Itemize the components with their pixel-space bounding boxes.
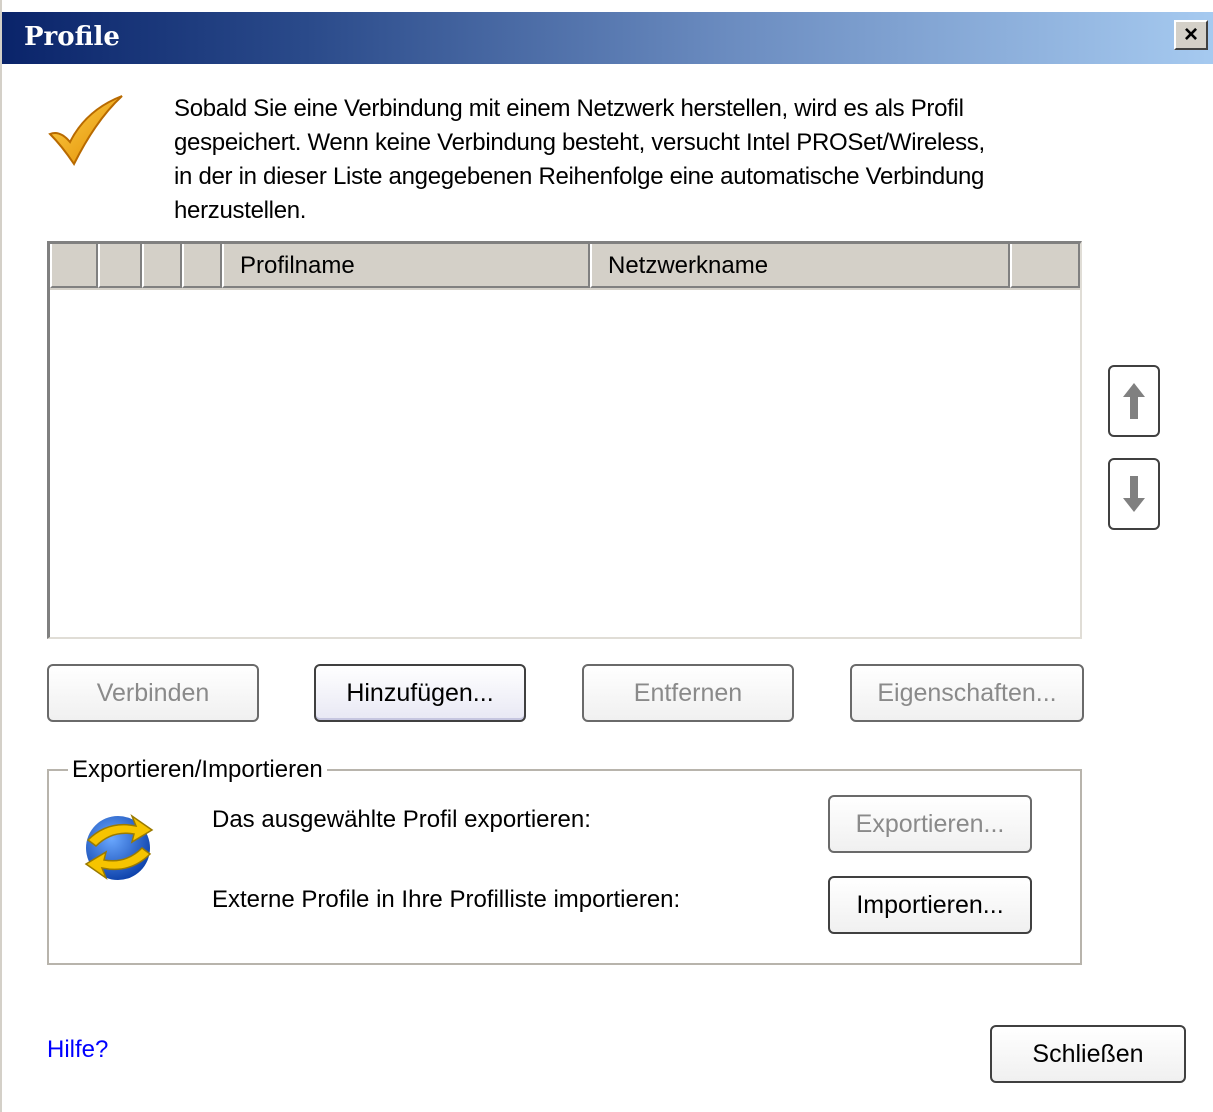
import-description: Externe Profile in Ihre Profilliste impo… bbox=[212, 886, 681, 913]
column-header-status-2[interactable] bbox=[98, 244, 142, 288]
column-header-extra[interactable] bbox=[1010, 244, 1080, 288]
column-header-status-1[interactable] bbox=[50, 244, 98, 288]
arrow-down-icon bbox=[1123, 476, 1145, 512]
move-up-button[interactable] bbox=[1108, 365, 1160, 437]
title-bar[interactable]: Profile bbox=[2, 12, 1213, 64]
column-header-status-4[interactable] bbox=[182, 244, 222, 288]
help-link[interactable]: Hilfe? bbox=[47, 1036, 108, 1064]
column-header-netzwerkname[interactable]: Netzwerkname bbox=[590, 244, 1010, 288]
move-down-button[interactable] bbox=[1108, 458, 1160, 530]
checkmark-icon bbox=[48, 95, 123, 166]
arrow-up-icon bbox=[1123, 383, 1145, 419]
import-button[interactable]: Importieren... bbox=[828, 876, 1032, 934]
add-button[interactable]: Hinzufügen... bbox=[314, 664, 526, 722]
intro-line: in der in dieser Liste angegebenen Reihe… bbox=[174, 163, 985, 190]
export-button[interactable]: Exportieren... bbox=[828, 795, 1032, 853]
sync-icon bbox=[84, 813, 154, 881]
close-button[interactable]: Schließen bbox=[990, 1025, 1186, 1083]
connect-button[interactable]: Verbinden bbox=[47, 664, 259, 722]
intro-text: Sobald Sie eine Verbindung mit einem Net… bbox=[174, 92, 1184, 228]
export-import-group-title: Exportieren/Importieren bbox=[68, 756, 327, 784]
intro-line: herzustellen. bbox=[174, 197, 307, 224]
column-header-profilname[interactable]: Profilname bbox=[222, 244, 590, 288]
column-header-status-3[interactable] bbox=[142, 244, 182, 288]
profile-dialog: Profile × Sobald Sie eine Verbindung mit… bbox=[0, 0, 1213, 1112]
export-description: Das ausgewählte Profil exportieren: bbox=[212, 806, 591, 833]
close-window-button[interactable]: × bbox=[1174, 20, 1208, 50]
properties-button[interactable]: Eigenschaften... bbox=[850, 664, 1084, 722]
intro-line: Sobald Sie eine Verbindung mit einem Net… bbox=[174, 95, 964, 122]
intro-line: gespeichert. Wenn keine Verbindung beste… bbox=[174, 129, 985, 156]
remove-button[interactable]: Entfernen bbox=[582, 664, 794, 722]
list-header: Profilname Netzwerkname bbox=[50, 244, 1080, 290]
window-title: Profile bbox=[24, 22, 120, 52]
profile-list[interactable]: Profilname Netzwerkname bbox=[47, 241, 1082, 639]
